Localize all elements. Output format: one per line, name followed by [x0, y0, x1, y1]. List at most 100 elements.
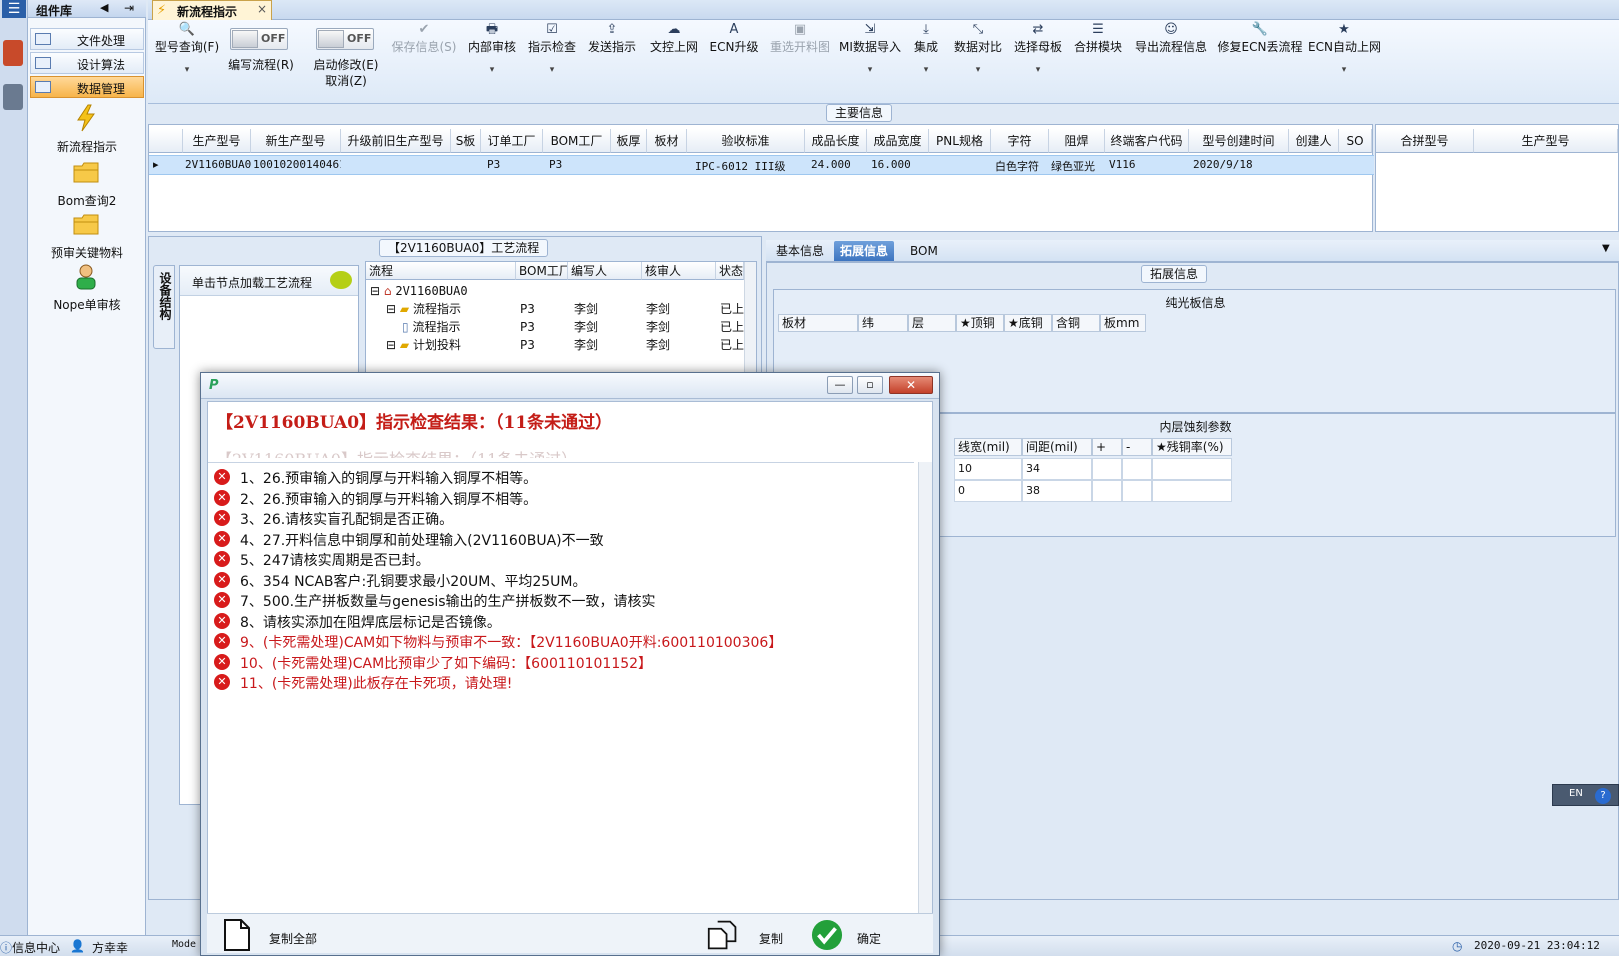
table-cell[interactable]: [1092, 480, 1122, 502]
column-header[interactable]: ★顶铜: [956, 314, 1004, 332]
column-header[interactable]: 升级前旧生产型号: [341, 129, 451, 153]
column-header[interactable]: 状态: [716, 262, 744, 280]
column-header[interactable]: ★底铜: [1004, 314, 1052, 332]
table-row[interactable]: ▸ 2V1160BUA0 10010200140461 P3 P3 IPC-60…: [149, 155, 1374, 175]
tree-node[interactable]: ⊟ ▰ 流程指示 P3 李剑 李剑 已上: [386, 300, 746, 318]
internal-review-button[interactable]: 🖶 内部审核 ▾: [464, 22, 520, 96]
check-result-item[interactable]: ✕ 9、(卡死需处理)CAM如下物料与预审不一致：【2V1160BUA0开料:60…: [214, 631, 914, 652]
column-header[interactable]: 新生产型号: [251, 129, 341, 153]
table-cell[interactable]: 38: [1022, 480, 1092, 502]
auto-modify-toggle[interactable]: OFF: [316, 28, 374, 50]
list-scrollbar[interactable]: [918, 462, 932, 918]
check-result-item[interactable]: ✕ 5、247请核实周期是否已封。: [214, 549, 914, 570]
check-result-item[interactable]: ✕ 8、请核实添加在阻焊底层标记是否镜像。: [214, 611, 914, 632]
cancel-button[interactable]: 取消(Z): [308, 72, 384, 89]
column-header[interactable]: 线宽(mil): [954, 438, 1022, 456]
check-result-item[interactable]: ✕ 11、(卡死需处理)此板存在卡死项，请处理!: [214, 672, 914, 693]
collapse-icon[interactable]: ⊟: [370, 284, 380, 298]
column-header[interactable]: BOM工厂: [543, 129, 611, 153]
column-header[interactable]: 间距(mil): [1022, 438, 1092, 456]
select-mother-board-button[interactable]: ⇄ 选择母板 ▾: [1010, 22, 1066, 96]
column-header[interactable]: +: [1092, 438, 1122, 456]
dialog-titlebar[interactable]: P — ▫ ✕: [201, 373, 939, 399]
chevron-down-icon[interactable]: ▼: [1602, 243, 1610, 254]
tool-new-flow-instruction[interactable]: 新流程指示: [28, 104, 146, 156]
tool-nope-review[interactable]: Nope单审核: [28, 262, 146, 314]
collapse-icon[interactable]: ⊟: [386, 338, 396, 352]
help-icon[interactable]: ?: [1595, 788, 1611, 804]
column-header[interactable]: 板材: [647, 129, 687, 153]
tree-node-root[interactable]: ⊟ ⌂ 2V1160BUA0: [370, 282, 740, 300]
table-cell[interactable]: [1122, 480, 1152, 502]
restore-button[interactable]: ▫: [857, 376, 883, 394]
column-header[interactable]: 终端客户代码: [1105, 129, 1189, 153]
tab-new-flow-instruction[interactable]: ⚡ 新流程指示 ×: [152, 0, 272, 20]
integrate-button[interactable]: ⤓ 集成 ▾: [906, 22, 946, 96]
column-header[interactable]: 合拼型号: [1376, 129, 1474, 153]
close-button[interactable]: ✕: [889, 376, 933, 394]
column-header[interactable]: S板: [451, 129, 481, 153]
collapse-icon[interactable]: ⊟: [386, 302, 396, 316]
table-cell[interactable]: 0: [954, 480, 1022, 502]
close-tab-icon[interactable]: ×: [257, 2, 267, 16]
column-header[interactable]: 层: [908, 314, 956, 332]
check-result-item[interactable]: ✕ 6、354 NCAB客户:孔铜要求最小20UM、平均25UM。: [214, 570, 914, 591]
library-item-design-algorithm[interactable]: 设计算法: [30, 52, 144, 74]
column-header[interactable]: 成品长度: [805, 129, 867, 153]
tab-extended-info[interactable]: 拓展信息: [834, 241, 895, 261]
column-header[interactable]: 纬: [858, 314, 908, 332]
library-item-data-management[interactable]: 数据管理: [30, 76, 144, 98]
column-header[interactable]: 流程: [366, 262, 516, 280]
doc-control-online-button[interactable]: ☁ 文控上网: [646, 22, 702, 96]
column-header[interactable]: 编写人: [568, 262, 642, 280]
table-cell[interactable]: 10: [954, 458, 1022, 480]
column-header[interactable]: SO: [1339, 129, 1372, 153]
reselect-cutting-button[interactable]: ▣ 重选开料图: [766, 22, 834, 96]
column-header[interactable]: 含铜: [1052, 314, 1100, 332]
language-indicator[interactable]: EN: [1569, 788, 1583, 799]
column-header[interactable]: 板mm: [1100, 314, 1146, 332]
column-header[interactable]: PNL规格: [929, 129, 991, 153]
printer-icon[interactable]: [3, 84, 23, 110]
tree-node[interactable]: ▯ 流程指示 P3 李剑 李剑 已上: [402, 318, 746, 336]
ecn-auto-online-button[interactable]: ★ ECN自动上网 ▾: [1308, 22, 1381, 96]
column-header[interactable]: 创建人: [1289, 129, 1339, 153]
copy-button[interactable]: 复制: [707, 916, 797, 954]
tool-presale-key-material[interactable]: 预审关键物料: [28, 210, 146, 262]
save-info-button[interactable]: ✔ 保存信息(S): [388, 22, 460, 96]
equipment-structure-tab[interactable]: 设备结构: [153, 265, 175, 349]
table-cell[interactable]: [1122, 458, 1152, 480]
column-header[interactable]: 板厚: [611, 129, 647, 153]
check-result-item[interactable]: ✕ 2、26.预审输入的铜厚与开料输入铜厚不相等。: [214, 488, 914, 509]
instruction-check-button[interactable]: ☑ 指示检查 ▾: [524, 22, 580, 96]
column-header[interactable]: 验收标准: [687, 129, 805, 153]
column-header[interactable]: 订单工厂: [481, 129, 543, 153]
tool-bom-query2[interactable]: Bom查询2: [28, 158, 146, 210]
column-header[interactable]: 型号创建时间: [1189, 129, 1289, 153]
write-flow-toggle[interactable]: OFF: [230, 28, 288, 50]
column-header[interactable]: 成品宽度: [867, 129, 929, 153]
send-instruction-button[interactable]: ⇪ 发送指示: [584, 22, 640, 96]
check-result-item[interactable]: ✕ 7、500.生产拼板数量与genesis输出的生产拼板数不一致，请核实: [214, 590, 914, 611]
collapse-arrow-icon[interactable]: ◀: [100, 1, 108, 14]
table-cell[interactable]: [1152, 480, 1232, 502]
column-header[interactable]: 字符: [991, 129, 1049, 153]
check-result-item[interactable]: ✕ 4、27.开料信息中铜厚和前处理输入(2V1160BUA)不一致: [214, 529, 914, 550]
export-flow-button[interactable]: ☺ 导出流程信息: [1130, 22, 1212, 96]
column-header[interactable]: 核审人: [642, 262, 716, 280]
tab-basic-info[interactable]: 基本信息: [770, 241, 830, 261]
ok-button[interactable]: 确定: [811, 916, 901, 954]
column-header[interactable]: ★残铜率(%): [1152, 438, 1232, 456]
column-header[interactable]: 板材: [778, 314, 858, 332]
copy-all-button[interactable]: 复制全部: [217, 916, 327, 954]
info-center-link[interactable]: 信息中心: [12, 939, 60, 956]
model-query-button[interactable]: 🔍 型号查询(F) ▾: [152, 22, 222, 96]
pin-icon[interactable]: ⇥: [124, 1, 134, 15]
table-cell[interactable]: 34: [1022, 458, 1092, 480]
column-header[interactable]: 生产型号: [1474, 129, 1618, 153]
check-result-item[interactable]: ✕ 10、(卡死需处理)CAM比预审少了如下编码：【600110101152】: [214, 652, 914, 673]
table-cell[interactable]: [1092, 458, 1122, 480]
check-result-item[interactable]: ✕ 3、26.请核实盲孔配铜是否正确。: [214, 508, 914, 529]
table-cell[interactable]: [1152, 458, 1232, 480]
repair-ecn-button[interactable]: 🔧 修复ECN丢流程: [1216, 22, 1304, 96]
